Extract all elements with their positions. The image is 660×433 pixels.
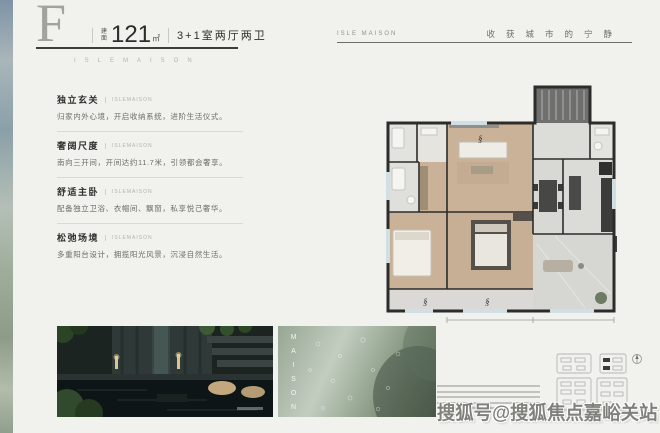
area-unit: ㎡ (152, 34, 161, 43)
key-plan-unit (560, 357, 572, 363)
key-plan-outline (556, 353, 592, 374)
key-plan-unit (612, 357, 623, 363)
area-label: 建面 (101, 29, 108, 42)
left-texture-strip (0, 0, 13, 433)
brand-letterspaced: ISLEMAISON (74, 58, 201, 64)
key-plan-unit (600, 391, 611, 397)
floor-plan-svg: § § § (386, 85, 617, 323)
vanity (420, 127, 438, 136)
header-rule (36, 47, 238, 49)
kitchen-island (569, 176, 581, 210)
feature-item: 奢阔尺度 ISLEMAISON 南向三开间，开间达约11.7米，引领都会奢享。 (57, 132, 243, 178)
watermark-text: 搜狐号@搜狐焦点嘉峪关站 (437, 403, 658, 424)
toilet (406, 195, 416, 205)
dimension-line (446, 317, 615, 323)
lounge-chair (543, 260, 573, 272)
feature-title: 奢阔尺度 (57, 141, 100, 151)
key-plan-unit (613, 381, 624, 387)
key-plan-unit (612, 365, 623, 371)
feature-desc: 归家内外心境，开启收纳系统，进阶生活仪式。 (57, 112, 228, 121)
unit-letter: F (36, 0, 67, 53)
key-plan-unit (560, 389, 572, 395)
waterfall-stream (154, 326, 168, 374)
bench (157, 394, 187, 402)
divider (168, 28, 170, 43)
photo-caption-mark (237, 407, 263, 410)
side-table (578, 263, 584, 269)
pool-edge (57, 374, 273, 380)
divider (92, 28, 93, 43)
feature-head: 独立玄关 ISLEMAISON (57, 93, 243, 106)
feature-head: 松弛场境 ISLEMAISON (57, 231, 243, 244)
glass-vertical-letters: MAISON (290, 334, 297, 417)
glass-photo-svg (308, 326, 436, 417)
bathtub (391, 127, 405, 149)
feature-desc: 配备独立卫浴、衣帽间、飘窗，私享悦己奢华。 (57, 204, 228, 213)
key-plan-unit (562, 365, 572, 371)
feature-tag: ISLEMAISON (105, 96, 153, 103)
plan-mark: § (423, 297, 428, 307)
slogan-text: 收获城市的宁静 (486, 29, 623, 39)
brand-name: ISLE MAISON (337, 31, 398, 37)
plan-mark: § (485, 297, 490, 307)
room-balcony-bottom (388, 289, 533, 311)
bed-master-pillows (475, 224, 507, 232)
compass-icon (632, 354, 642, 364)
fridge (599, 162, 612, 175)
top-right-rule (337, 42, 632, 43)
key-plan-unit (576, 365, 586, 371)
highlighted-units (603, 358, 610, 370)
layout-text: 3+1室两厅两卫 (177, 30, 267, 42)
feature-tag: ISLEMAISON (105, 188, 153, 195)
glass-photo: MAISON (278, 326, 436, 417)
coffee-table (471, 166, 493, 174)
feature-tag: ISLEMAISON (105, 142, 153, 149)
feature-head: 奢阔尺度 ISLEMAISON (57, 139, 243, 152)
plan-mark: § (478, 134, 483, 144)
shower (391, 167, 406, 191)
key-plan-unit (574, 389, 586, 395)
dining-table (539, 180, 557, 212)
feature-item: 舒适主卧 ISLEMAISON 配备独立卫浴、衣帽间、飘窗，私享悦己奢华。 (57, 178, 243, 224)
unit-spec-group: 建面 121 ㎡ 3+1室两厅两卫 (84, 21, 267, 48)
key-plan-unit (613, 391, 624, 397)
tv-console (449, 125, 499, 128)
hall-cabinet (420, 166, 428, 210)
feature-title: 舒适主卧 (57, 187, 100, 197)
sofa (458, 141, 508, 159)
bed-pillows (395, 232, 429, 240)
feature-item: 独立玄关 ISLEMAISON 归家内外心境，开启收纳系统，进阶生活仪式。 (57, 86, 243, 132)
feature-item: 松弛场境 ISLEMAISON 多重阳台设计，拥揽阳光风景，沉浸自然生活。 (57, 224, 243, 269)
feature-head: 舒适主卧 ISLEMAISON (57, 185, 243, 198)
feature-title: 松弛场境 (57, 233, 100, 243)
room-entry (533, 123, 590, 159)
feature-desc: 多重阳台设计，拥揽阳光风景，沉浸自然生活。 (57, 250, 228, 259)
feature-desc: 南向三开间，开间达约11.7米，引领都会奢享。 (57, 158, 228, 167)
floor-plan: § § § (385, 84, 617, 331)
feature-tag: ISLEMAISON (105, 234, 153, 241)
area-value: 121 (111, 21, 152, 48)
wardrobe (513, 213, 533, 221)
feature-list: 独立玄关 ISLEMAISON 归家内外心境，开启收纳系统，进阶生活仪式。 奢阔… (57, 86, 243, 269)
page: F 建面 121 ㎡ 3+1室两厅两卫 ISLEMAISON ISLE MAIS… (0, 0, 660, 433)
feature-title: 独立玄关 (57, 95, 100, 105)
bed-master-linen (475, 234, 507, 266)
disclaimer-line (437, 390, 540, 393)
key-plan-unit (600, 381, 611, 387)
key-plan-unit (560, 381, 572, 387)
key-plan-unit (574, 357, 586, 363)
key-plan-unit (574, 381, 586, 387)
landscape-photo (57, 326, 273, 417)
guest-toilet (593, 141, 603, 151)
disclaimer-line (437, 385, 540, 387)
guest-vanity (594, 127, 610, 136)
plant (595, 292, 607, 304)
landscape-photo-svg (57, 326, 273, 417)
